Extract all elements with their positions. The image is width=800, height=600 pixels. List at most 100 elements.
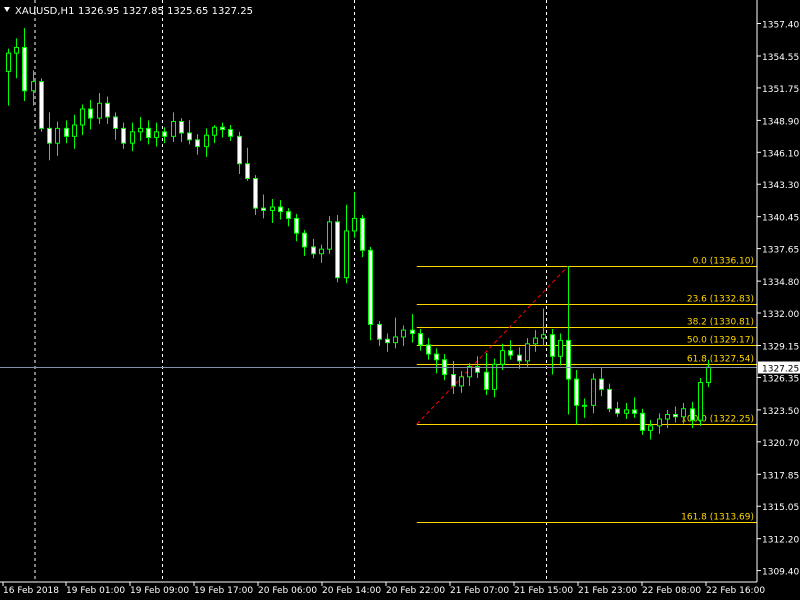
price-tick-label: 1326.35 [762,374,799,384]
candle-body [525,343,530,362]
price-tick-label: 1315.05 [762,503,799,513]
candle-body [162,131,167,137]
fib-level-label: 50.0 (1329.17) [687,336,754,346]
candle-body [72,124,77,137]
price-tick-label: 1348.90 [762,117,799,127]
candle-body [541,334,546,339]
candle-body [657,418,662,427]
time-tick-label: 21 Feb 15:00 [514,586,573,596]
candle-body [179,121,184,134]
candle-body [566,339,571,380]
candle-body [286,211,291,219]
candle-body [467,366,472,378]
time-tick-label: 21 Feb 07:00 [450,586,509,596]
candle-body [245,163,250,180]
candle-body [459,376,464,387]
fib-level-label: 0.0 (1336.10) [693,257,754,267]
candle-body [393,336,398,344]
price-tick-label: 1351.75 [762,85,799,95]
candle-body [154,131,159,138]
candle-body [640,412,645,431]
candle-body [385,338,390,344]
price-tick-label: 1354.55 [762,53,799,63]
price-tick-label: 1357.40 [762,21,799,31]
symbol-label: XAUUSD,H1 [15,6,74,17]
price-tick-label: 1317.85 [762,471,799,481]
candle-body [311,246,316,255]
candle-body [344,230,349,279]
candle-body [500,350,505,365]
candle-body [426,344,431,355]
chart-header: XAUUSD,H1 1326.95 1327.85 1325.65 1327.2… [4,6,253,17]
candle-body [212,126,217,136]
candle-body [80,108,85,126]
candle-body [335,221,340,279]
time-tick-label: 20 Feb 06:00 [258,586,317,596]
candle-body [138,127,143,133]
candle-body [261,207,266,211]
candle-body [105,102,110,118]
candle-body [698,382,703,421]
candle-body [14,46,19,54]
candle-body [352,217,357,232]
candle-body [508,350,513,356]
time-tick-label: 20 Feb 22:00 [386,586,445,596]
fib-level-label: 61.8 (1327.54) [687,355,754,365]
price-tick-label: 1332.00 [762,310,799,320]
candle-body [220,126,225,131]
candle-body [418,333,423,346]
candle-body [88,108,93,119]
price-chart[interactable]: 0.0 (1336.10) 23.6 (1332.83) 38.2 (1330.81… [0,0,800,600]
candle-body [648,425,653,431]
chart-background [0,0,800,600]
price-tick-label: 1346.10 [762,149,799,159]
time-tick-label: 19 Feb 17:00 [194,586,253,596]
candle-body [146,127,151,138]
candle-body [401,329,406,338]
candle-body [47,127,52,144]
price-tick-label: 1340.45 [762,214,799,224]
price-tick-label: 1312.20 [762,536,799,546]
candle-body [22,46,27,92]
candle-body [681,408,686,418]
candle-body [204,134,209,148]
candle-body [451,374,456,387]
candle-body [690,408,695,421]
candle-body [484,371,489,390]
ohlc-label: 1326.95 1327.85 1325.65 1327.25 [78,6,253,17]
candle-body [624,409,629,414]
candle-body [6,52,11,72]
candle-body [558,339,563,357]
candle-body [39,81,44,129]
candle-body [599,378,604,390]
candle-body [97,102,102,119]
candle-body [278,206,283,213]
candle-body [574,378,579,406]
candle-body [377,323,382,340]
candle-body [368,249,373,325]
candle-body [319,248,324,255]
candle-body [706,366,711,384]
candle-body [130,131,135,144]
time-tick-label: 22 Feb 08:00 [642,586,701,596]
time-tick-label: 20 Feb 14:00 [322,586,381,596]
price-tick-label: 1329.15 [762,342,799,352]
candle-body [55,127,60,144]
current-price-label: 1327.25 [762,365,799,375]
fib-level-label: 161.8 (1313.69) [681,513,754,523]
candle-body [113,116,118,129]
candle-body [64,127,69,137]
time-tick-label: 21 Feb 23:00 [578,586,637,596]
candle-body [533,337,538,345]
time-tick-label: 16 Feb 2018 [3,586,59,596]
candle-body [171,121,176,137]
candle-body [187,132,192,141]
price-tick-label: 1343.30 [762,181,799,191]
candle-body [492,363,497,390]
candle-body [302,232,307,248]
candle-body [195,139,200,148]
time-tick-label: 22 Feb 16:00 [706,586,765,596]
candle-body [228,129,233,137]
candle-body [673,413,678,418]
candle-body [360,217,365,251]
